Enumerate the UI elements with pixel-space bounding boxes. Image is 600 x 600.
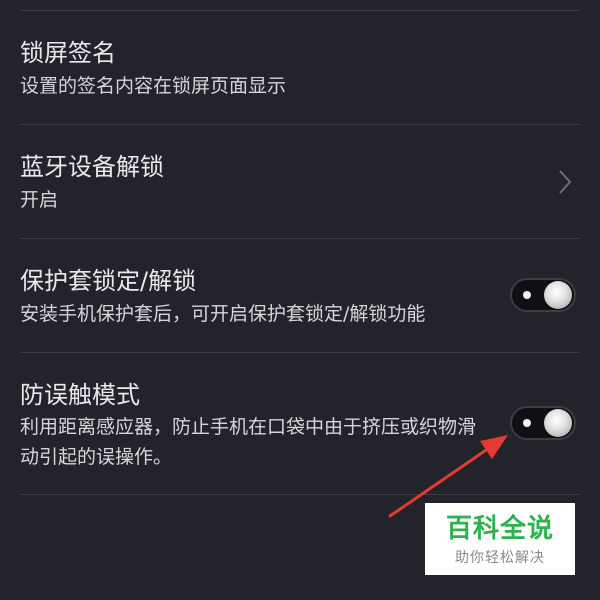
setting-subtitle: 利用距离感应器，防止手机在口袋中由于挤压或织物滑动引起的误操作。 bbox=[20, 416, 477, 468]
setting-lockscreen-signature[interactable]: 锁屏签名 设置的签名内容在锁屏页面显示 bbox=[0, 10, 600, 124]
setting-title: 防误触模式 bbox=[20, 381, 140, 409]
toggle-knob[interactable] bbox=[544, 281, 572, 309]
toggle-off-dot-icon bbox=[523, 419, 531, 427]
chevron-right-icon bbox=[559, 170, 572, 194]
setting-title: 保护套锁定/解锁 bbox=[20, 267, 197, 295]
watermark-subtitle: 助你轻松解决 bbox=[455, 550, 545, 566]
anti-mistouch-toggle[interactable] bbox=[510, 406, 576, 440]
settings-screen: 锁屏签名 设置的签名内容在锁屏页面显示 蓝牙设备解锁 开启 保护套锁定/解锁 安… bbox=[0, 0, 600, 600]
divider bbox=[20, 494, 580, 495]
toggle-knob[interactable] bbox=[544, 409, 572, 437]
toggle-off-dot-icon bbox=[523, 291, 531, 299]
setting-subtitle: 安装手机保护套后，可开启保护套锁定/解锁功能 bbox=[20, 303, 426, 325]
setting-bluetooth-unlock[interactable]: 蓝牙设备解锁 开启 bbox=[0, 124, 600, 238]
watermark-logo: 百科全说 助你轻松解决 bbox=[425, 503, 575, 575]
setting-anti-mistouch[interactable]: 防误触模式 利用距离感应器，防止手机在口袋中由于挤压或织物滑动引起的误操作。 bbox=[0, 352, 600, 494]
setting-subtitle: 开启 bbox=[20, 189, 59, 211]
setting-title: 锁屏签名 bbox=[20, 39, 116, 67]
case-lock-toggle[interactable] bbox=[510, 278, 576, 312]
watermark-title: 百科全说 bbox=[445, 514, 554, 544]
setting-case-lock[interactable]: 保护套锁定/解锁 安装手机保护套后，可开启保护套锁定/解锁功能 bbox=[0, 238, 600, 352]
setting-title: 蓝牙设备解锁 bbox=[20, 153, 164, 181]
setting-subtitle: 设置的签名内容在锁屏页面显示 bbox=[20, 75, 287, 97]
